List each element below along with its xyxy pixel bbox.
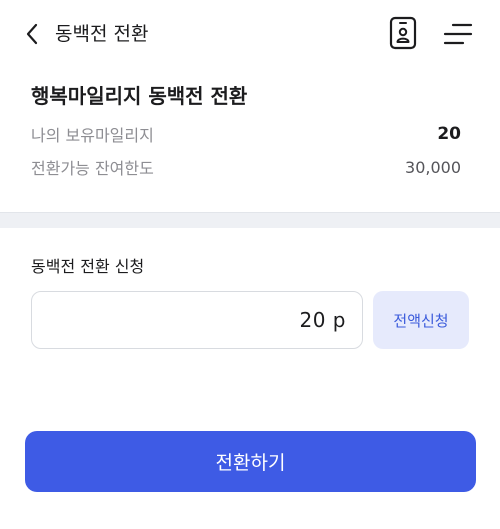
owned-mileage-value: 20 xyxy=(437,124,461,144)
owned-mileage-row: 나의 보유마일리지 20 xyxy=(31,121,461,147)
owned-mileage-label: 나의 보유마일리지 xyxy=(31,126,154,145)
chevron-left-icon xyxy=(26,23,38,45)
remaining-limit-row: 전환가능 잔여한도 30,000 xyxy=(31,154,461,180)
full-amount-button[interactable]: 전액신청 xyxy=(373,291,469,349)
section-divider xyxy=(0,212,500,228)
page-title: 동백전 전환 xyxy=(55,23,149,45)
mileage-section-title: 행복마일리지 동백전 전환 xyxy=(31,84,248,108)
amount-input[interactable]: 20 p xyxy=(31,291,363,349)
id-card-button[interactable] xyxy=(389,16,417,50)
apply-section-label: 동백전 전환 신청 xyxy=(31,257,145,276)
convert-button[interactable]: 전환하기 xyxy=(25,431,476,492)
menu-icon xyxy=(443,23,473,45)
remaining-limit-label: 전환가능 잔여한도 xyxy=(31,159,154,178)
back-button[interactable] xyxy=(18,18,46,50)
amount-value: 20 p xyxy=(299,308,346,332)
app-header: 동백전 전환 xyxy=(0,0,500,68)
id-card-icon xyxy=(389,16,417,50)
remaining-limit-value: 30,000 xyxy=(405,157,461,177)
menu-button[interactable] xyxy=(443,22,473,46)
